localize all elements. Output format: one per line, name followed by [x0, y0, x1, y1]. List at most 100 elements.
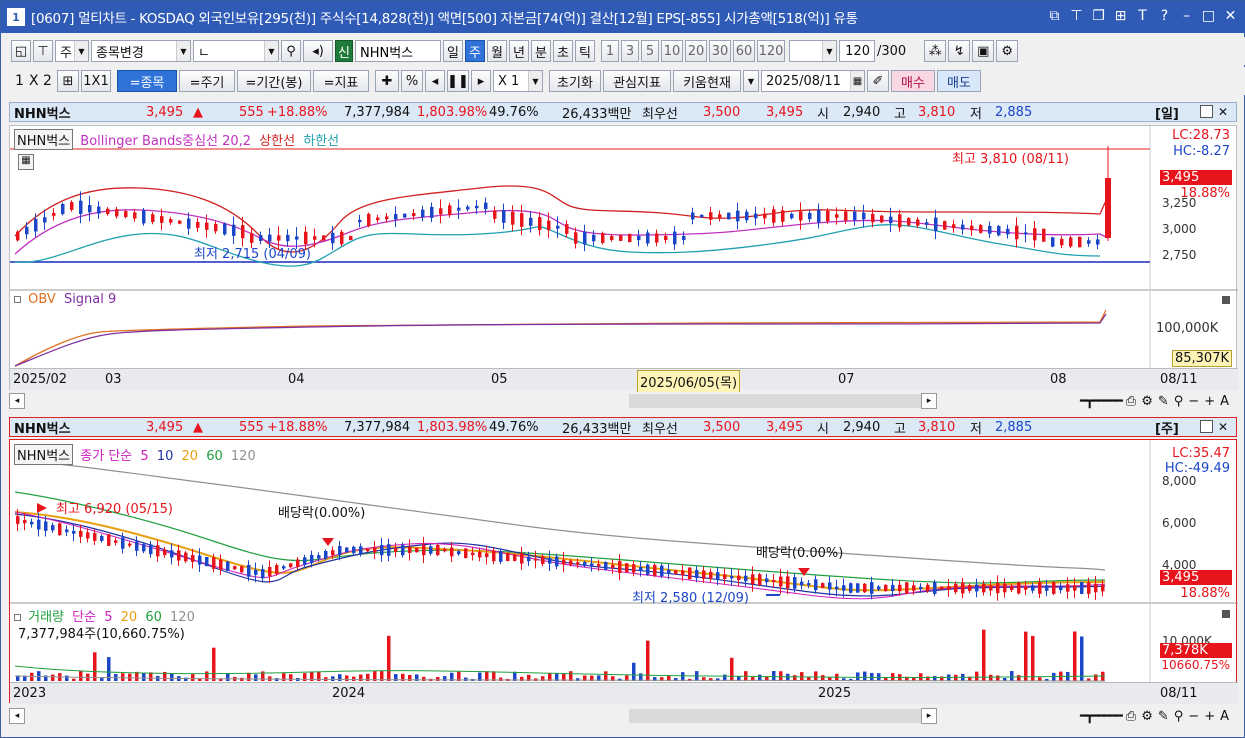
- zoom-slider-icon[interactable]: ━┳━━━━━: [1080, 394, 1123, 409]
- draw-icon[interactable]: ↯: [948, 40, 971, 62]
- obv-panel-close-icon[interactable]: [1222, 296, 1230, 304]
- minute-10[interactable]: 10: [661, 40, 683, 62]
- zoom-out-icon-2[interactable]: −: [1188, 709, 1199, 724]
- buy-button[interactable]: 매수: [891, 70, 935, 92]
- legend-ma10[interactable]: 10: [157, 449, 174, 464]
- percent-button[interactable]: %: [401, 70, 423, 92]
- search-icon[interactable]: ⚲: [281, 40, 301, 62]
- table-icon[interactable]: ▦: [18, 154, 34, 170]
- measure-icon[interactable]: ✐: [867, 70, 889, 92]
- pause-icon[interactable]: ❚❚: [447, 70, 469, 92]
- weekly-scrollbar[interactable]: ◂ ▸ ━┳━━━━━ ⎙ ⚙ ✎ ⚲ − + A: [9, 707, 1237, 725]
- mode-period-button[interactable]: =주기: [179, 70, 235, 92]
- reset-button[interactable]: 초기화: [549, 70, 601, 92]
- minute-1[interactable]: 1: [601, 40, 619, 62]
- crosshair-icon[interactable]: ✚: [375, 70, 399, 92]
- kiwoom-current-button[interactable]: 키움현재: [673, 70, 741, 92]
- scroll-thumb[interactable]: [629, 394, 929, 408]
- legend-close-ma[interactable]: 종가 단순: [80, 449, 132, 464]
- stock-name-field[interactable]: NHN벅스: [355, 40, 441, 62]
- gear-icon[interactable]: ⚙: [996, 40, 1019, 62]
- daily-scrollbar[interactable]: ◂ ▸ ━┳━━━━━ ⎙ ⚙ ✎ ⚲ − + A: [9, 392, 1237, 410]
- panel-close-icon[interactable]: ✕: [1218, 105, 1228, 119]
- kiwoom-dropdown-icon[interactable]: ▼: [743, 70, 759, 92]
- weekly-chart-panel[interactable]: NHN벅스 종가 단순 5 10 20 60 120 최고 6,920 (05/…: [9, 439, 1238, 704]
- legend-stock-name[interactable]: NHN벅스: [14, 129, 74, 150]
- zoom-in-icon-2[interactable]: +: [1204, 709, 1215, 724]
- layout-x[interactable]: X: [29, 73, 43, 89]
- text-icon[interactable]: A: [1220, 394, 1229, 409]
- period-second[interactable]: 초: [553, 40, 573, 62]
- anchor-icon[interactable]: ⊤: [33, 40, 53, 62]
- zoom-out-icon[interactable]: −: [1188, 394, 1199, 409]
- legend-ma5[interactable]: 5: [140, 449, 148, 464]
- window-icon[interactable]: ❐: [1091, 8, 1106, 24]
- multiplier-select[interactable]: X 1 ▼: [493, 70, 543, 92]
- date-input[interactable]: 2025/08/11 ▦: [761, 70, 865, 92]
- magnifier-icon-2[interactable]: ⚲: [1174, 709, 1184, 724]
- period-day[interactable]: 일: [443, 40, 463, 62]
- next-icon[interactable]: ▸: [471, 70, 491, 92]
- legend-upper-band[interactable]: 상한선: [259, 134, 295, 149]
- sell-button[interactable]: 매도: [937, 70, 981, 92]
- pattern-icon[interactable]: ⁂: [924, 40, 947, 62]
- minute-3[interactable]: 3: [621, 40, 639, 62]
- minute-120[interactable]: 120: [757, 40, 785, 62]
- legend-signal[interactable]: Signal 9: [64, 292, 116, 307]
- restore-icon-2[interactable]: [1200, 420, 1213, 433]
- help-icon[interactable]: ?: [1157, 8, 1172, 24]
- legend-ma20[interactable]: 20: [182, 449, 199, 464]
- maximize-icon[interactable]: □: [1201, 8, 1216, 24]
- scroll-right-icon-2[interactable]: ▸: [921, 708, 937, 724]
- minute-30[interactable]: 30: [709, 40, 731, 62]
- period-tick[interactable]: 틱: [575, 40, 595, 62]
- sound-icon[interactable]: ◂): [303, 40, 333, 62]
- custom-period-select[interactable]: ▼: [789, 40, 837, 62]
- panel-close-icon-2[interactable]: ✕: [1218, 420, 1228, 434]
- settings-icon[interactable]: ⚙: [1141, 394, 1153, 409]
- layout-icon[interactable]: ⊞: [1113, 8, 1128, 24]
- minimize-icon[interactable]: –: [1179, 8, 1194, 24]
- link-icon[interactable]: ⧉: [1047, 8, 1062, 24]
- scroll-left-icon-2[interactable]: ◂: [9, 708, 25, 724]
- save-icon[interactable]: ▣: [972, 40, 995, 62]
- period-minute[interactable]: 분: [531, 40, 551, 62]
- close-icon[interactable]: ✕: [1223, 8, 1238, 24]
- legend-ma60[interactable]: 60: [206, 449, 223, 464]
- layout-2[interactable]: 2: [43, 73, 57, 89]
- prev-icon[interactable]: ◂: [425, 70, 445, 92]
- print-icon[interactable]: ⎙: [1126, 394, 1136, 409]
- legend-stock-name-2[interactable]: NHN벅스: [14, 444, 74, 465]
- restore-icon[interactable]: [1200, 105, 1213, 118]
- zoom-slider-icon-2[interactable]: ━┳━━━━━: [1080, 709, 1123, 724]
- period-week[interactable]: 주: [465, 40, 485, 62]
- period-year[interactable]: 년: [509, 40, 529, 62]
- daily-chart-panel[interactable]: NHN벅스 Bollinger Bands중심선 20,2 상한선 하한선 ▦ …: [9, 125, 1238, 393]
- grid-1x1-button[interactable]: 1X1: [81, 70, 111, 92]
- scroll-thumb-2[interactable]: [629, 709, 929, 723]
- minute-60[interactable]: 60: [733, 40, 755, 62]
- legend-bollinger[interactable]: Bollinger Bands중심선 20,2: [80, 134, 251, 149]
- grid-icon[interactable]: ⊞: [57, 70, 79, 92]
- scroll-right-icon[interactable]: ▸: [921, 393, 937, 409]
- count-input[interactable]: 120: [839, 40, 875, 62]
- draw-tool-icon[interactable]: ✎: [1158, 394, 1169, 409]
- font-icon[interactable]: T: [1135, 8, 1150, 24]
- period-month[interactable]: 월: [487, 40, 507, 62]
- mode-indicator-button[interactable]: =지표: [313, 70, 369, 92]
- legend-ma120[interactable]: 120: [231, 449, 256, 464]
- minute-5[interactable]: 5: [641, 40, 659, 62]
- stock-code-input[interactable]: ㄴ ▼: [193, 40, 279, 62]
- interest-indicator-button[interactable]: 관심지표: [603, 70, 671, 92]
- text-icon-2[interactable]: A: [1220, 709, 1229, 724]
- layout-1[interactable]: 1: [15, 73, 29, 89]
- print-icon-2[interactable]: ⎙: [1126, 709, 1136, 724]
- pin-icon[interactable]: ⊤: [1069, 8, 1084, 24]
- draw-tool-icon-2[interactable]: ✎: [1158, 709, 1169, 724]
- stock-change-select[interactable]: 종목변경 ▼: [91, 40, 191, 62]
- legend-obv[interactable]: OBV: [28, 292, 56, 307]
- magnifier-icon[interactable]: ⚲: [1174, 394, 1184, 409]
- mode-range-button[interactable]: =기간(봉): [237, 70, 311, 92]
- volume-panel-close-icon[interactable]: [1222, 610, 1230, 618]
- zoom-in-icon[interactable]: +: [1204, 394, 1215, 409]
